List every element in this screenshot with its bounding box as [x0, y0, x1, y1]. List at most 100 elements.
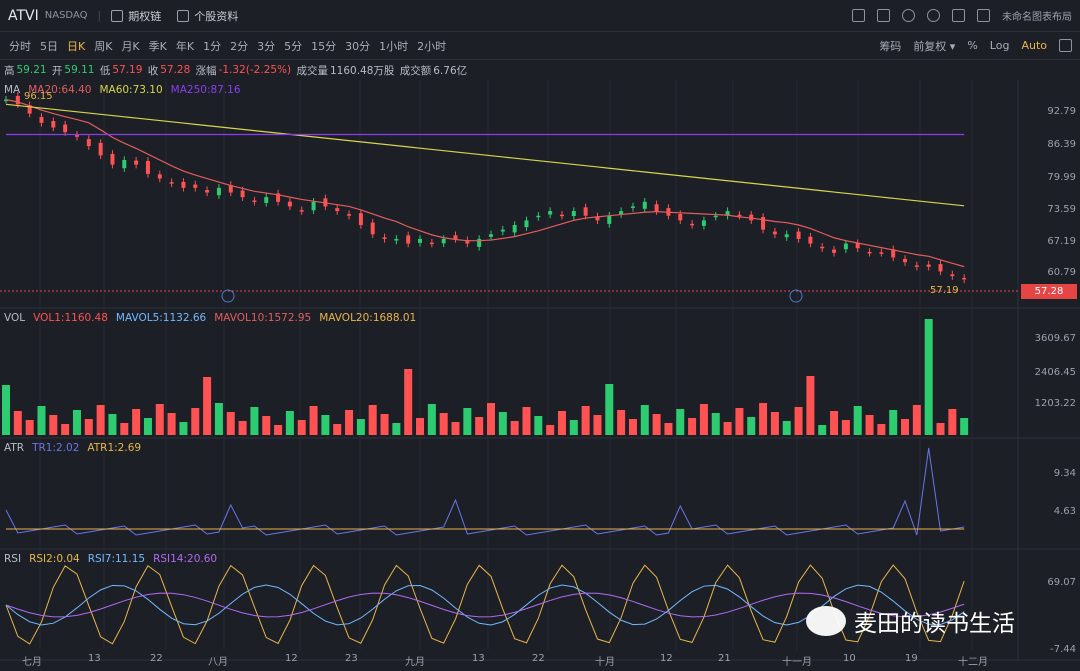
- candle-body: [347, 214, 352, 216]
- ticker-symbol[interactable]: ATVI: [8, 8, 39, 24]
- period-tab[interactable]: 1分: [203, 38, 221, 54]
- settings-icon[interactable]: [927, 9, 940, 22]
- candle-body: [489, 234, 493, 237]
- candle-body: [914, 265, 919, 267]
- chart-option[interactable]: 前复权 ▾: [913, 38, 955, 54]
- candle-body: [630, 206, 635, 208]
- chart-option[interactable]: %: [967, 39, 977, 52]
- x-axis-label: 十二月: [958, 657, 988, 668]
- period-tab[interactable]: 5日: [40, 38, 58, 54]
- volume-bar: [404, 369, 413, 435]
- volume-bar: [936, 423, 945, 435]
- period-tab[interactable]: 15分: [311, 38, 336, 54]
- x-axis-label: 13: [472, 653, 485, 664]
- refresh-icon[interactable]: [902, 9, 915, 22]
- ma-name[interactable]: MA: [4, 84, 20, 96]
- period-tab[interactable]: 年K: [176, 38, 194, 54]
- grid-layout-icon[interactable]: [977, 9, 990, 22]
- volume-bar: [735, 408, 744, 435]
- edit-icon[interactable]: [877, 9, 890, 22]
- last-price-tag: 57.28: [1021, 284, 1077, 299]
- atr-name[interactable]: ATR: [4, 442, 24, 454]
- candle-body: [311, 201, 316, 211]
- chart-option[interactable]: 筹码: [879, 38, 901, 54]
- x-axis-label: 12: [285, 653, 298, 664]
- period-tab[interactable]: 5分: [284, 38, 302, 54]
- candle-body: [962, 277, 967, 280]
- volume-bar: [368, 405, 377, 435]
- candle-body: [607, 215, 612, 224]
- stock-profile-button[interactable]: 个股资料: [177, 8, 238, 24]
- candle-body: [737, 214, 742, 217]
- period-tab[interactable]: 30分: [345, 38, 370, 54]
- candle-body: [808, 236, 813, 244]
- layout-name[interactable]: 未命名图表布局: [1002, 8, 1072, 23]
- candle-body: [193, 184, 198, 188]
- chart-image-icon[interactable]: [852, 9, 865, 22]
- candle-body: [571, 211, 576, 217]
- candle-body: [122, 160, 127, 169]
- ma60-value: MA60:73.10: [99, 84, 163, 96]
- period-tabs: 分时 5日 日K 周K 月K 季K 年K 1分 2分 3分 5分 15分 30分 1小时 2小时: [0, 38, 446, 54]
- rsi-name[interactable]: RSI: [4, 553, 21, 565]
- period-tab[interactable]: 月K: [121, 38, 139, 54]
- volume-bar: [747, 417, 756, 435]
- volume-bar: [49, 415, 58, 435]
- amount-label: 成交额: [399, 64, 432, 77]
- atr1-value: ATR1:2.69: [87, 442, 142, 454]
- candle-body: [264, 197, 269, 203]
- x-axis-label: 10: [843, 653, 856, 664]
- candle-body: [181, 181, 186, 188]
- x-axis-label: 七月: [22, 657, 42, 668]
- options-icon: [111, 9, 124, 22]
- candle-body: [843, 243, 848, 250]
- chart-option[interactable]: Log: [990, 39, 1010, 52]
- candle-body: [903, 258, 908, 263]
- volume-bar: [108, 414, 117, 435]
- volume-bar: [948, 409, 957, 435]
- fullscreen-icon[interactable]: [952, 9, 965, 22]
- period-tab[interactable]: 周K: [94, 38, 112, 54]
- atr-axis-label: 4.63: [1053, 506, 1076, 517]
- candle-body: [441, 238, 446, 244]
- period-tab[interactable]: 3分: [257, 38, 275, 54]
- chart-option[interactable]: Auto: [1021, 39, 1047, 52]
- price-axis-label: 60.79: [1047, 267, 1076, 278]
- options-chain-button[interactable]: 期权链: [111, 8, 161, 24]
- volume-bar: [865, 415, 874, 435]
- high-label: 高: [4, 64, 15, 77]
- period-tab[interactable]: 季K: [149, 38, 167, 54]
- candle-body: [429, 242, 434, 245]
- divider: |: [97, 9, 102, 22]
- period-tab[interactable]: 2小时: [417, 38, 446, 54]
- close-value: 57.28: [160, 64, 191, 76]
- volume-bar: [664, 423, 673, 435]
- period-tab[interactable]: 日K: [67, 38, 85, 54]
- period-tab[interactable]: 1小时: [379, 38, 408, 54]
- volume-bar: [723, 422, 732, 435]
- price-axis-label: 86.39: [1047, 139, 1076, 150]
- vol-name[interactable]: VOL: [4, 312, 25, 324]
- mavol20-value: MAVOL20:1688.01: [319, 312, 417, 324]
- period-tab[interactable]: 2分: [230, 38, 248, 54]
- candle-body: [406, 235, 411, 244]
- volume-bar: [628, 419, 637, 435]
- volume-bar: [250, 407, 259, 435]
- chart-options: 筹码 前复权 ▾% Log Auto: [867, 38, 1047, 54]
- x-axis-label: 13: [88, 653, 101, 664]
- change-value: -1.32(-2.25%): [218, 64, 292, 76]
- chart-canvas[interactable]: [0, 80, 1080, 671]
- price-axis-label: 79.99: [1047, 172, 1076, 183]
- candle-body: [761, 216, 766, 230]
- candle-body: [512, 225, 517, 233]
- stock-profile-label: 个股资料: [194, 9, 239, 23]
- candle-body: [583, 207, 588, 216]
- volume-bar: [392, 423, 401, 435]
- expand-icon[interactable]: [1059, 39, 1072, 52]
- rsi-legend: RSI RSI2:0.04 RSI7:11.15 RSI14:20.60: [4, 553, 217, 565]
- candle-body: [145, 160, 150, 174]
- volume-bar: [167, 413, 176, 435]
- ma20-line: [5, 99, 965, 268]
- open-value: 59.11: [64, 64, 95, 76]
- period-tab[interactable]: 分时: [9, 38, 31, 54]
